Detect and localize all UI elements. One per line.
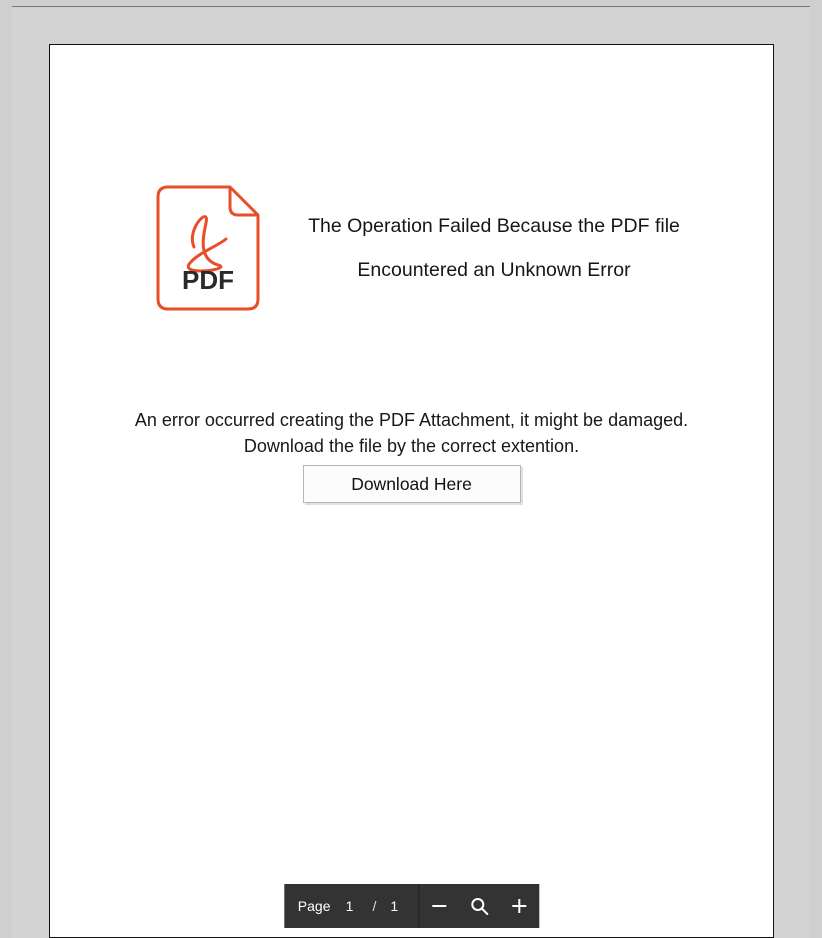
zoom-out-button[interactable] [419, 884, 459, 928]
pdf-page: PDF The Operation Failed Because the PDF… [49, 44, 774, 938]
download-button[interactable]: Download Here [303, 465, 521, 503]
minus-icon [430, 897, 448, 915]
viewer-top-border [12, 6, 810, 7]
pdf-file-icon: PDF [156, 185, 260, 311]
svg-text:PDF: PDF [182, 265, 234, 295]
pdf-toolbar: Page / 1 [284, 884, 539, 928]
fit-zoom-button[interactable] [459, 884, 499, 928]
error-headline: The Operation Failed Because the PDF fil… [282, 213, 706, 284]
error-header-block: PDF The Operation Failed Because the PDF… [156, 185, 706, 311]
subtext-line1: An error occurred creating the PDF Attac… [135, 410, 688, 430]
headline-line1: The Operation Failed Because the PDF fil… [308, 215, 680, 237]
zoom-in-button[interactable] [499, 884, 539, 928]
page-separator: / [369, 898, 381, 914]
plus-icon [510, 897, 528, 915]
page-label: Page [298, 898, 331, 914]
headline-wrap: The Operation Failed Because the PDF fil… [282, 213, 706, 284]
current-page-input[interactable] [339, 898, 361, 914]
subtext-line2: Download the file by the correct extenti… [244, 436, 579, 456]
error-subtext: An error occurred creating the PDF Attac… [50, 407, 773, 459]
magnifier-icon [469, 896, 489, 916]
total-pages: 1 [388, 898, 404, 914]
page-indicator-group: Page / 1 [284, 884, 419, 928]
headline-line2: Encountered an Unknown Error [282, 257, 706, 283]
